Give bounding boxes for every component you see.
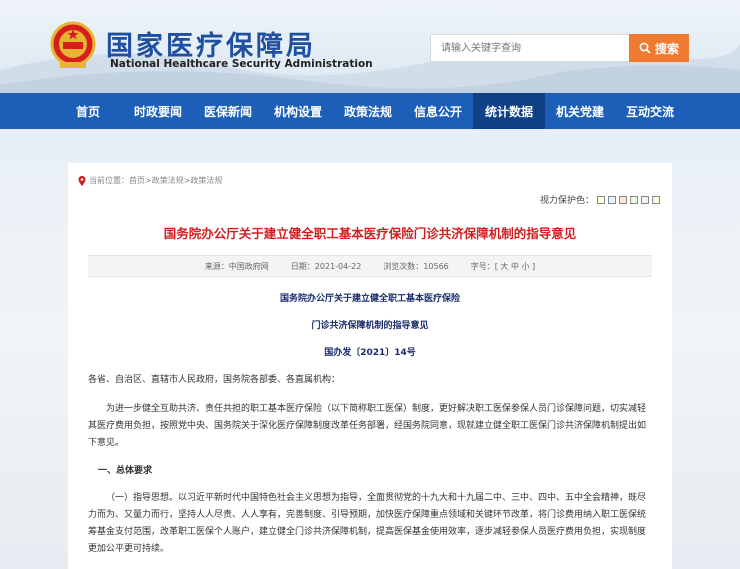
meta-date: 日期：2021-04-22 [290, 261, 362, 271]
nav-item-policy[interactable]: 政策法规 [333, 93, 403, 129]
color-swatch-5[interactable] [641, 195, 649, 204]
breadcrumb-label: 当前位置： [89, 176, 129, 185]
color-swatch-3[interactable] [619, 195, 627, 204]
nav-item-news[interactable]: 时政要闻 [123, 93, 193, 129]
doc-title-line-2: 门诊共济保障机制的指导意见 [311, 321, 429, 331]
meta-font-size[interactable]: 字号：[ 大 中 小 ] [471, 261, 535, 272]
section-heading: 一、总体要求 [98, 466, 153, 476]
meta-views: 浏览次数：10566 [383, 261, 449, 271]
nav-item-medical-news[interactable]: 医保新闻 [193, 93, 263, 129]
location-pin-icon [78, 175, 86, 186]
article-title: 国务院办公厅关于建立健全职工基本医疗保险门诊共济保障机制的指导意见 [163, 226, 577, 241]
site-name-en: National Healthcare Security Administrat… [110, 58, 373, 70]
doc-title-line-1: 国务院办公厅关于建立健全职工基本医疗保险 [279, 294, 460, 304]
color-swatch-6[interactable] [652, 195, 660, 204]
main-nav: 首页 时政要闻 医保新闻 机构设置 政策法规 信息公开 统计数据 机关党建 互动… [0, 93, 740, 129]
article-card: 当前位置： 首页>政策法规>政策法规 视力保护色： 国务院办公厅关于建立健全职工… [68, 163, 672, 569]
national-emblem-icon [50, 21, 96, 68]
color-swatch-2[interactable] [608, 195, 616, 204]
vision-label: 视力保护色： [539, 196, 594, 206]
color-swatch-1[interactable] [597, 195, 605, 204]
search-icon [639, 42, 651, 54]
site-header: 国家医疗保障局 National Healthcare Security Adm… [0, 0, 740, 93]
nav-item-statistics[interactable]: 统计数据 [473, 93, 545, 129]
meta-source: 来源：中国政府网 [204, 261, 269, 271]
nav-item-interaction[interactable]: 互动交流 [615, 93, 685, 129]
intro-paragraph: 为进一步健全互助共济、责任共担的职工基本医疗保险（以下简称职工医保）制度，更好解… [88, 404, 647, 448]
addressee: 各省、自治区、直辖市人民政府，国务院各部委、各直属机构： [88, 375, 341, 385]
breadcrumb-path[interactable]: 首页>政策法规>政策法规 [129, 175, 222, 186]
search-input[interactable] [430, 34, 630, 62]
nav-item-party[interactable]: 机关党建 [545, 93, 615, 129]
nav-item-organization[interactable]: 机构设置 [263, 93, 333, 129]
guiding-paragraph: （一）指导思想。以习近平新时代中国特色社会主义思想为指导，全面贯彻党的十九大和十… [88, 493, 647, 554]
color-swatch-4[interactable] [630, 195, 638, 204]
search-button[interactable]: 搜索 [629, 34, 689, 62]
nav-item-info[interactable]: 信息公开 [403, 93, 473, 129]
search-button-label: 搜索 [654, 41, 679, 56]
vision-protect-colors: 视力保护色： [540, 193, 660, 206]
article-meta: 来源：中国政府网 日期：2021-04-22 浏览次数：10566 字号：[ 大… [88, 255, 652, 277]
breadcrumb: 当前位置： 首页>政策法规>政策法规 [78, 175, 222, 186]
nav-item-home[interactable]: 首页 [53, 93, 123, 129]
doc-number: 国办发〔2021〕14号 [324, 348, 416, 358]
